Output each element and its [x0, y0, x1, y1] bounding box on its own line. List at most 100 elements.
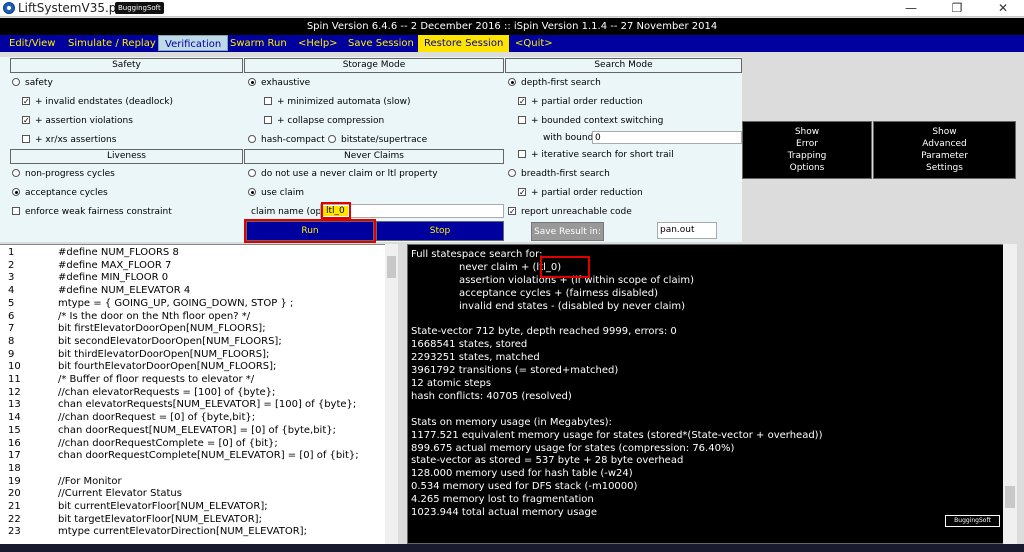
code-text: bit currentElevatorFloor[NUM_ELEVATOR]; — [58, 501, 268, 512]
line-number: 22 — [8, 513, 21, 525]
weak-fairness-option[interactable]: enforce weak fairness constraint — [12, 207, 172, 218]
search-mode-header: Search Mode — [505, 58, 742, 73]
save-file-field[interactable]: pan.out — [657, 222, 717, 239]
no-never-claim-option[interactable]: do not use a never claim or ltl property — [248, 169, 438, 180]
output-line: 0.534 memory used for DFS stack (-m10000… — [411, 481, 638, 493]
code-line: 13 chan elevatorRequests[NUM_ELEVATOR] = … — [8, 399, 356, 411]
output-line: hash conflicts: 40705 (resolved) — [411, 390, 572, 402]
with-bound-label: with bound: — [543, 133, 597, 143]
code-line: 5 mtype = { GOING_UP, GOING_DOWN, STOP } … — [8, 298, 293, 310]
radio-icon — [12, 169, 20, 177]
iterative-search-option[interactable]: + iterative search for short trail — [518, 150, 674, 161]
menu-edit-view[interactable]: Edit/View — [3, 35, 61, 52]
output-line: 4.265 memory lost to fragmentation — [411, 494, 594, 506]
menu-help[interactable]: <Help> — [292, 35, 344, 52]
menu-swarm-run[interactable]: Swarm Run — [224, 35, 293, 52]
close-button[interactable]: ✕ — [980, 0, 1024, 17]
radio-icon — [508, 78, 516, 86]
line-number: 15 — [8, 424, 21, 436]
storage-mode-header: Storage Mode — [244, 58, 504, 73]
radio-icon — [248, 169, 256, 177]
code-line: 12 //chan elevatorRequests = [100] of {by… — [8, 387, 275, 399]
menu-restore-session[interactable]: Restore Session — [418, 35, 510, 52]
code-line: 17 chan doorRequestComplete[NUM_ELEVATOR]… — [8, 450, 359, 462]
code-text: mtype = { GOING_UP, GOING_DOWN, STOP } ; — [58, 297, 294, 309]
code-text: //For Monitor — [58, 475, 122, 487]
partial-order-option[interactable]: + partial order reduction — [518, 97, 643, 108]
line-number: 7 — [8, 323, 15, 335]
hash-compact-option[interactable]: hash-compact — [248, 135, 325, 146]
radio-icon — [12, 78, 20, 86]
bounded-context-option[interactable]: + bounded context switching — [518, 116, 663, 127]
code-text: chan doorRequestComplete[NUM_ELEVATOR] =… — [58, 450, 359, 462]
code-line: 1 #define NUM_FLOORS 8 — [8, 247, 179, 259]
output-line: state-vector as stored = 537 byte + 28 b… — [411, 455, 684, 467]
code-text: bit targetElevatorFloor[NUM_ELEVATOR]; — [58, 513, 262, 525]
checkbox-icon — [22, 116, 30, 124]
minimized-automata-option[interactable]: + minimized automata (slow) — [264, 97, 411, 108]
radio-icon — [248, 188, 256, 196]
code-line: 23 mtype currentElevatorDirection[NUM_ELE… — [8, 526, 307, 538]
maximize-button[interactable]: ❐ — [934, 0, 980, 17]
depth-first-option[interactable]: depth-first search — [508, 78, 601, 89]
show-advanced-settings-button[interactable]: Show Advanced Parameter Settings — [873, 121, 1016, 179]
line-number: 11 — [8, 374, 21, 385]
radio-icon — [328, 135, 336, 143]
bitstate-option[interactable]: bitstate/supertrace — [328, 135, 427, 146]
menu-simulate-replay[interactable]: Simulate / Replay — [62, 35, 162, 52]
output-line: 1023.944 total actual memory usage — [411, 507, 598, 518]
stop-button[interactable]: Stop — [376, 221, 504, 241]
checkbox-icon — [518, 116, 526, 124]
save-result-button[interactable]: Save Result in: — [531, 222, 604, 241]
partial-order-option-2[interactable]: + partial order reduction — [518, 188, 643, 199]
buggingsoft-watermark: BuggingSoft — [945, 515, 1000, 527]
bound-field[interactable]: 0 — [592, 131, 742, 144]
non-progress-option[interactable]: non-progress cycles — [12, 169, 115, 180]
code-text: /* Is the door on the Nth floor open? */ — [58, 310, 251, 322]
exhaustive-option[interactable]: exhaustive — [248, 78, 310, 89]
minimize-button[interactable]: — — [888, 0, 934, 17]
show-error-trapping-button[interactable]: Show Error Trapping Options — [742, 121, 872, 179]
code-text: chan doorRequest[NUM_ELEVATOR] = [0] of … — [58, 424, 336, 436]
code-text: #define MAX_FLOOR 7 — [58, 259, 172, 271]
line-number: 16 — [8, 437, 21, 449]
code-text: //chan doorRequest = [0] of {byte,bit}; — [58, 412, 256, 424]
report-unreachable-option[interactable]: report unreachable code — [508, 207, 632, 218]
output-line: 3961792 transitions (= stored+matched) — [411, 365, 619, 377]
output-scroll-thumb[interactable] — [1005, 486, 1015, 508]
collapse-compression-option[interactable]: + collapse compression — [264, 116, 384, 127]
menu-save-session[interactable]: Save Session — [342, 35, 420, 52]
output-panel: Full statespace search for: never claim +… — [407, 244, 1017, 544]
code-scrollbar[interactable] — [385, 244, 398, 544]
code-line: 2 #define MAX_FLOOR 7 — [8, 260, 171, 272]
code-text: #define MIN_FLOOR 0 — [58, 272, 169, 284]
title-bar: LiftSystemV35.pml BuggingSoft — ❐ ✕ — [0, 0, 1024, 17]
code-text: bit secondElevatorDoorOpen[NUM_FLOORS]; — [58, 335, 282, 347]
safety-option[interactable]: safety — [12, 78, 53, 89]
invalid-endstates-option[interactable]: + invalid endstates (deadlock) — [22, 97, 173, 108]
line-number: 19 — [8, 475, 21, 487]
checkbox-icon — [22, 97, 30, 105]
breadth-first-option[interactable]: breadth-first search — [508, 169, 610, 180]
checkbox-icon — [264, 97, 272, 105]
use-claim-option[interactable]: use claim — [248, 188, 304, 199]
side-spacer — [742, 57, 1024, 121]
code-line: 3 #define MIN_FLOOR 0 — [8, 272, 168, 284]
line-number: 21 — [8, 501, 21, 512]
assertion-violations-option[interactable]: + assertion violations — [22, 116, 133, 127]
code-text: bit fourthElevatorDoorOpen[NUM_FLOORS]; — [58, 361, 277, 373]
xr-xs-assertions-option[interactable]: + xr/xs assertions — [22, 135, 116, 146]
menu-verification[interactable]: Verification — [158, 35, 229, 51]
code-scroll-thumb[interactable] — [387, 256, 396, 278]
output-line: 1668541 states, stored — [411, 339, 528, 351]
code-line: 9 bit thirdElevatorDoorOpen[NUM_FLOORS]; — [8, 349, 269, 361]
line-number: 3 — [8, 272, 15, 284]
code-editor[interactable]: 1 #define NUM_FLOORS 8 2 #define MAX_FLOOR … — [0, 244, 397, 544]
acceptance-cycles-option[interactable]: acceptance cycles — [12, 188, 108, 199]
output-line: acceptance cycles + (fairness disabled) — [459, 287, 658, 299]
menu-quit[interactable]: <Quit> — [509, 35, 559, 52]
ltl-annotation-box — [540, 256, 590, 278]
code-line: 8 bit secondElevatorDoorOpen[NUM_FLOORS]; — [8, 336, 282, 348]
output-line: 899.675 actual memory usage for states (… — [411, 442, 735, 454]
line-number: 5 — [8, 297, 15, 309]
